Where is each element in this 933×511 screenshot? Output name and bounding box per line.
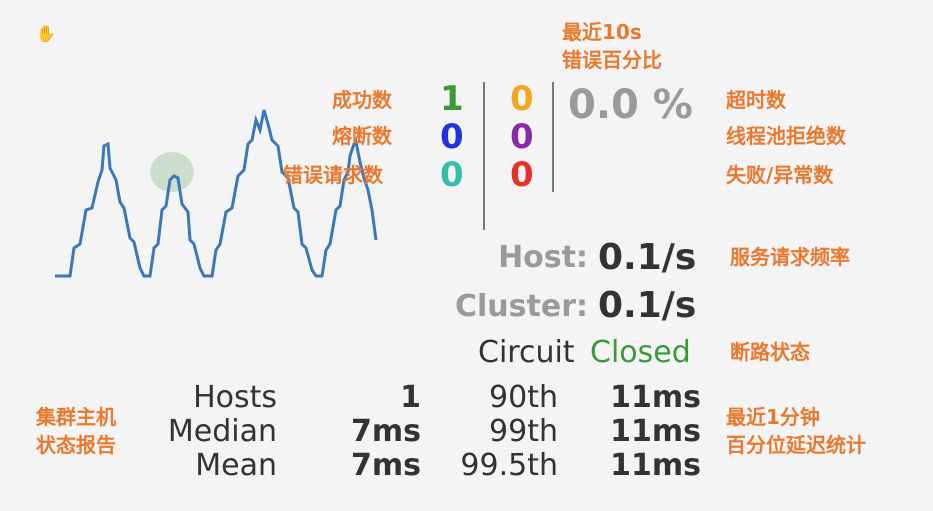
counter-divider-2 — [552, 82, 554, 192]
counter-divider-1 — [483, 82, 485, 230]
health-indicator-circle — [150, 152, 194, 192]
stat-value-mean: 7ms — [351, 448, 421, 483]
annotation-success: 成功数 — [332, 88, 392, 112]
stat-pct-label-99: 99th — [489, 414, 558, 449]
annotation-rejected: 线程池拒绝数 — [726, 124, 846, 148]
short-circuited-count: 0 — [440, 117, 464, 157]
stat-value-hosts: 1 — [400, 380, 421, 415]
annotation-latency-line2: 百分位延迟统计 — [726, 433, 866, 457]
success-count: 1 — [440, 79, 464, 119]
bad-request-count: 0 — [440, 155, 464, 195]
stat-pct-value-90: 11ms — [610, 380, 701, 415]
stat-value-median: 7ms — [351, 414, 421, 449]
circuit-label: Circuit — [478, 335, 575, 370]
annotation-short-circuited: 熔断数 — [332, 124, 392, 148]
annotation-failure: 失败/异常数 — [726, 163, 834, 187]
annotation-service-rate: 服务请求频率 — [730, 245, 850, 269]
stat-label-hosts: Hosts — [193, 380, 277, 415]
stat-pct-value-995: 11ms — [610, 448, 701, 483]
annotation-circuit-status: 断路状态 — [730, 340, 810, 364]
stat-pct-label-90: 90th — [489, 380, 558, 415]
stat-label-median: Median — [167, 414, 277, 449]
annotation-bad-request: 错误请求数 — [283, 163, 383, 187]
error-percentage: 0.0 % — [568, 82, 693, 128]
annotation-host-report-line2: 状态报告 — [36, 433, 116, 457]
stat-pct-value-99: 11ms — [610, 414, 701, 449]
annotation-host-report-line1: 集群主机 — [36, 405, 116, 429]
annotation-recent-error-pct-line1: 最近10s — [562, 20, 642, 44]
timeout-count: 0 — [510, 79, 534, 119]
annotation-recent-error-pct-line2: 错误百分比 — [562, 48, 662, 72]
annotation-timeout: 超时数 — [726, 88, 786, 112]
rejected-count: 0 — [510, 117, 534, 157]
stat-pct-label-995: 99.5th — [460, 448, 558, 483]
hand-cursor-icon: ✋ — [36, 24, 56, 43]
cluster-rate-label: Cluster: — [455, 289, 588, 324]
failure-count: 0 — [510, 155, 534, 195]
cluster-rate-value: 0.1/s — [598, 285, 697, 326]
circuit-status: Closed — [590, 335, 691, 370]
host-rate-label: Host: — [498, 240, 588, 275]
stat-label-mean: Mean — [195, 448, 277, 483]
sparkline-path — [55, 109, 378, 278]
host-rate-value: 0.1/s — [598, 237, 697, 278]
annotation-latency-line1: 最近1分钟 — [726, 405, 820, 429]
